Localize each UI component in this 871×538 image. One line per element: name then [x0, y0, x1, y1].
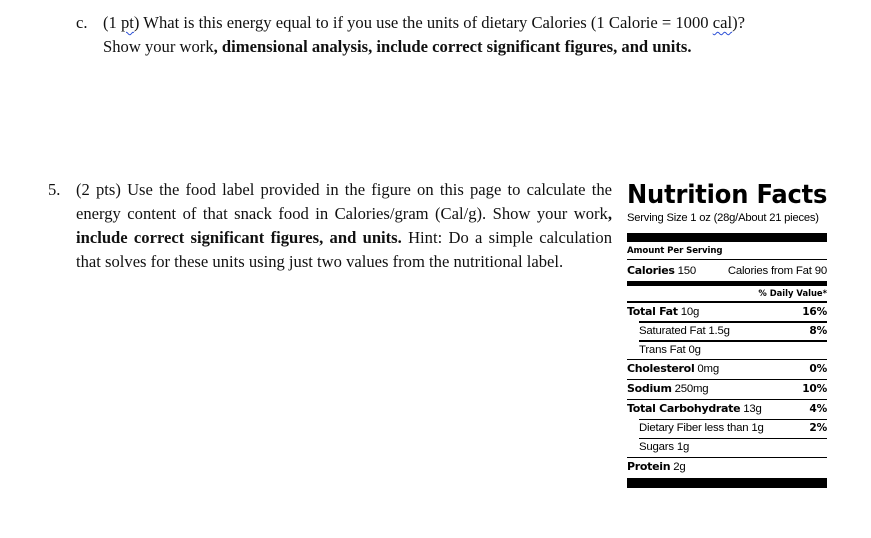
nutrient-name-amount: Sodium 250mg	[627, 380, 709, 399]
question-c-line-2: Show your work, dimensional analysis, in…	[103, 35, 863, 59]
divider-thick	[627, 233, 827, 242]
nutrient-label: Trans Fat	[639, 343, 686, 356]
nutrient-name-amount: Dietary Fiber less than 1g	[639, 420, 764, 438]
nutrient-row: Protein 2g	[627, 458, 827, 477]
calories: Calories 150	[627, 261, 696, 281]
nutrient-name-amount: Total Fat 10g	[627, 303, 699, 322]
nutrient-name-amount: Saturated Fat 1.5g	[639, 323, 730, 341]
divider-thick-bottom	[627, 478, 827, 489]
daily-value-header: % Daily Value*	[758, 288, 827, 299]
calories-row: Calories 150 Calories from Fat 90	[627, 260, 827, 281]
question-c-line-1: (1 pt) What is this energy equal to if y…	[103, 11, 863, 35]
nutrient-amount: 13g	[743, 403, 762, 416]
serving-size: Serving Size 1 oz (28g/About 21 pieces)	[627, 212, 819, 224]
nutrition-facts-title: Nutrition Facts	[627, 180, 828, 210]
spellcheck-word-pt[interactable]: pt	[121, 13, 134, 32]
nutrient-amount: 250mg	[674, 383, 709, 396]
daily-value-percent: 4%	[809, 403, 827, 416]
nutrient-name-amount: Trans Fat 0g	[639, 342, 701, 360]
nutrient-amount: 1.5g	[708, 324, 730, 337]
amount-per-serving: Amount Per Serving	[627, 246, 723, 256]
nutrient-amount: 2g	[673, 460, 686, 473]
daily-value-percent: 10%	[802, 383, 827, 396]
nutrient-name-amount: Sugars 1g	[639, 439, 689, 457]
nutrient-row: Trans Fat 0g	[627, 342, 827, 360]
nutrient-amount: 1g	[676, 441, 690, 454]
daily-value-percent: 2%	[809, 422, 827, 435]
nutrient-label: Protein	[627, 459, 671, 473]
nutrient-label: Cholesterol	[627, 362, 695, 376]
question-5-marker: 5.	[48, 180, 61, 199]
nutrient-row: Total Carbohydrate 13g 4%	[627, 400, 827, 419]
question-c-marker: c.	[76, 13, 88, 32]
nutrient-row: Sodium 250mg 10%	[627, 380, 827, 399]
nutrient-row: Dietary Fiber less than 1g 2%	[627, 420, 827, 438]
nutrient-name-amount: Cholesterol 0mg	[627, 360, 719, 379]
nutrient-row: Total Fat 10g 16%	[627, 303, 827, 322]
text-run: )?	[732, 13, 745, 32]
nutrient-label: Total Fat	[627, 304, 678, 318]
calories-label: Calories	[627, 264, 675, 278]
nutrient-label: Sodium	[627, 382, 672, 396]
daily-value-percent: 8%	[809, 324, 827, 337]
text-run: Show your work	[103, 37, 214, 56]
question-c-text: (1 pt) What is this energy equal to if y…	[103, 11, 863, 59]
bold-instructions: , dimensional analysis, include correct …	[213, 37, 692, 56]
nutrient-label: Dietary Fiber less than	[639, 422, 749, 435]
nutrient-label: Sugars	[639, 441, 674, 454]
nutrient-row: Cholesterol 0mg 0%	[627, 360, 827, 379]
nutrient-row: Saturated Fat 1.5g 8%	[627, 323, 827, 341]
daily-value-percent: 16%	[802, 305, 827, 318]
spellcheck-word-cal[interactable]: cal	[713, 13, 732, 32]
calories-value: 150	[677, 265, 697, 278]
nutrient-amount: 0mg	[697, 363, 719, 376]
nutrient-label: Saturated Fat	[639, 324, 706, 337]
nutrient-amount: 10g	[680, 305, 700, 318]
nutrient-label: Total Carbohydrate	[627, 402, 741, 416]
nutrient-amount: 1g	[751, 422, 764, 435]
question-c: c. (1 pt) What is this energy equal to i…	[76, 11, 866, 61]
daily-value-percent: 0%	[809, 363, 827, 376]
nutrient-row: Sugars 1g	[627, 439, 827, 457]
question-5-text: (2 pts) Use the food label provided in t…	[76, 178, 612, 274]
text-run: (2 pts) Use the food label provided in t…	[76, 180, 612, 223]
question-5: 5. (2 pts) Use the food label provided i…	[48, 178, 618, 302]
nutrition-facts-label: Nutrition Facts Serving Size 1 oz (28g/A…	[627, 180, 828, 489]
nutrient-name-amount: Total Carbohydrate 13g	[627, 400, 762, 419]
nutrient-amount: 0g	[688, 343, 701, 356]
text-run: (1	[103, 13, 121, 32]
nutrient-rows: Total Fat 10g 16% Saturated Fat 1.5g 8% Tran…	[627, 303, 827, 477]
calories-from-fat: Calories from Fat 90	[727, 265, 827, 278]
nutrient-name-amount: Protein 2g	[627, 458, 686, 477]
text-run: ) What is this energy equal to if you us…	[133, 13, 713, 32]
